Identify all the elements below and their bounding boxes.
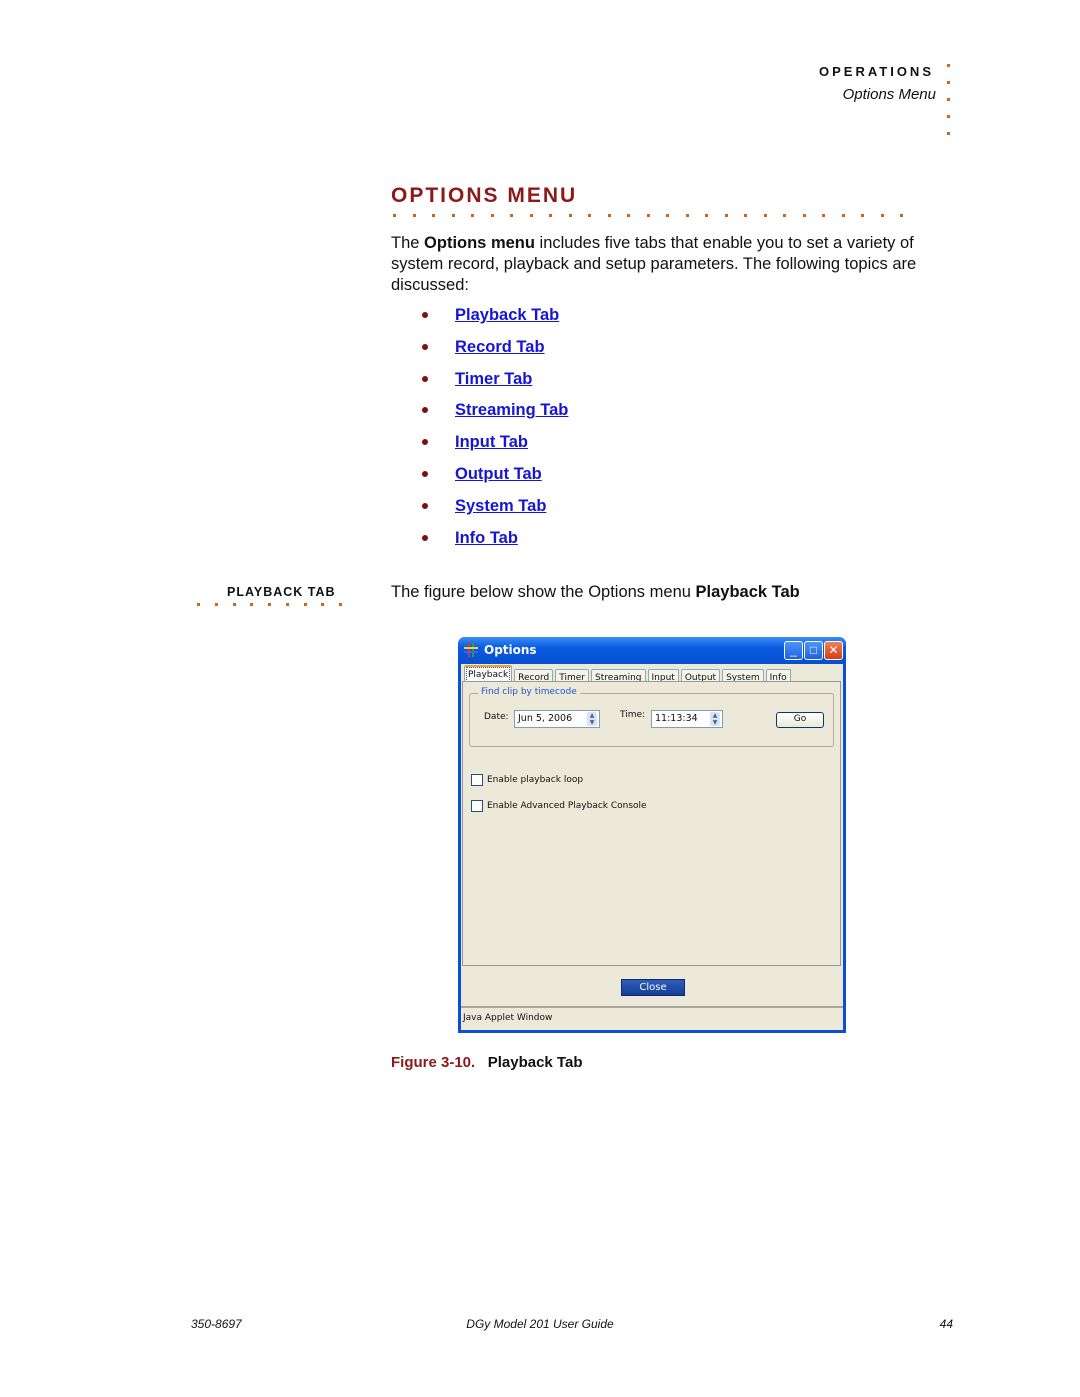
date-label: Date: — [484, 712, 509, 722]
maximize-button[interactable]: □ — [804, 641, 823, 660]
close-button[interactable]: Close — [621, 979, 685, 996]
figure-intro: The figure below show the Options menu P… — [391, 583, 800, 602]
playback-loop-checkbox[interactable]: Enable playback loop — [471, 774, 583, 786]
list-item: Streaming Tab — [422, 401, 568, 433]
group-label: Find clip by timecode — [478, 687, 580, 697]
advanced-console-checkbox[interactable]: Enable Advanced Playback Console — [471, 800, 647, 812]
list-item: System Tab — [422, 497, 568, 529]
options-window: Options _ □ ✕ Playback Record Timer Stre… — [458, 637, 846, 1033]
minimize-icon: _ — [790, 643, 797, 657]
figure-title: Playback Tab — [487, 1054, 583, 1071]
topic-list: Playback Tab Record Tab Timer Tab Stream… — [422, 306, 568, 560]
checkbox-label: Enable playback loop — [487, 775, 584, 785]
time-label: Time: — [620, 710, 646, 720]
time-spinner[interactable]: 11:13:34 ▲ ▼ — [651, 710, 723, 728]
bullet-icon — [422, 343, 428, 350]
app-icon — [464, 643, 478, 657]
find-clip-group: Find clip by timecode Date: Jun 5, 2006 ▲… — [469, 687, 834, 747]
link-input-tab[interactable]: Input Tab — [455, 433, 528, 452]
bullet-icon — [422, 312, 428, 318]
date-value: Jun 5, 2006 — [518, 713, 573, 724]
go-button[interactable]: Go — [776, 712, 824, 728]
link-streaming-tab[interactable]: Streaming Tab — [455, 401, 568, 420]
bullet-icon — [422, 375, 428, 382]
running-header-section: OPERATIONS — [819, 64, 934, 79]
bullet-icon — [422, 439, 428, 446]
link-info-tab[interactable]: Info Tab — [455, 529, 518, 548]
figure-intro-bold: Playback Tab — [695, 583, 800, 601]
spinner-arrows-icon[interactable]: ▲ ▼ — [587, 712, 597, 726]
list-item: Playback Tab — [422, 306, 568, 338]
window-title: Options — [484, 643, 537, 657]
window-client: Playback Record Timer Streaming Input Ou… — [461, 664, 843, 1030]
list-item: Info Tab — [422, 529, 568, 561]
spinner-arrows-icon[interactable]: ▲ ▼ — [710, 712, 720, 726]
checkbox-icon[interactable] — [471, 800, 483, 812]
intro-bold: Options menu — [424, 234, 535, 252]
bullet-icon — [422, 407, 428, 414]
figure-intro-text: The figure below show the Options menu — [391, 583, 696, 601]
close-icon: ✕ — [828, 643, 839, 657]
playback-panel: Find clip by timecode Date: Jun 5, 2006 ▲… — [462, 681, 841, 966]
side-heading: PLAYBACK TAB — [227, 585, 336, 599]
footer-guide-title: DGy Model 201 User Guide — [466, 1317, 614, 1331]
intro-text: The — [391, 234, 425, 252]
footer-page-number: 44 — [939, 1317, 953, 1331]
minimize-button[interactable]: _ — [784, 641, 803, 660]
bullet-icon — [422, 502, 428, 509]
bullet-icon — [422, 534, 428, 541]
close-window-button[interactable]: ✕ — [824, 641, 843, 660]
checkbox-icon[interactable] — [471, 774, 483, 786]
link-record-tab[interactable]: Record Tab — [455, 338, 545, 357]
list-item: Input Tab — [422, 433, 568, 465]
list-item: Output Tab — [422, 465, 568, 497]
time-value: 11:13:34 — [655, 713, 698, 724]
link-output-tab[interactable]: Output Tab — [455, 465, 542, 484]
figure-caption: Figure 3-10. Playback Tab — [391, 1054, 583, 1071]
list-item: Timer Tab — [422, 370, 568, 402]
checkbox-label: Enable Advanced Playback Console — [487, 801, 647, 811]
status-bar: Java Applet Window — [461, 1006, 843, 1030]
maximize-icon: □ — [809, 643, 818, 657]
figure-number: Figure 3-10. — [391, 1054, 476, 1071]
page-title: OPTIONS MENU — [391, 184, 578, 207]
link-timer-tab[interactable]: Timer Tab — [455, 370, 532, 389]
running-header-subsection: Options Menu — [842, 86, 936, 103]
link-system-tab[interactable]: System Tab — [455, 497, 546, 516]
title-dot-rule — [393, 214, 903, 217]
link-playback-tab[interactable]: Playback Tab — [455, 306, 559, 325]
window-titlebar[interactable]: Options _ □ ✕ — [458, 637, 846, 664]
side-dot-rule — [197, 603, 342, 606]
bullet-icon — [422, 470, 428, 477]
intro-paragraph: The Options menu includes five tabs that… — [391, 233, 961, 296]
date-spinner[interactable]: Jun 5, 2006 ▲ ▼ — [514, 710, 600, 728]
header-dot-rule — [947, 64, 953, 149]
list-item: Record Tab — [422, 338, 568, 370]
